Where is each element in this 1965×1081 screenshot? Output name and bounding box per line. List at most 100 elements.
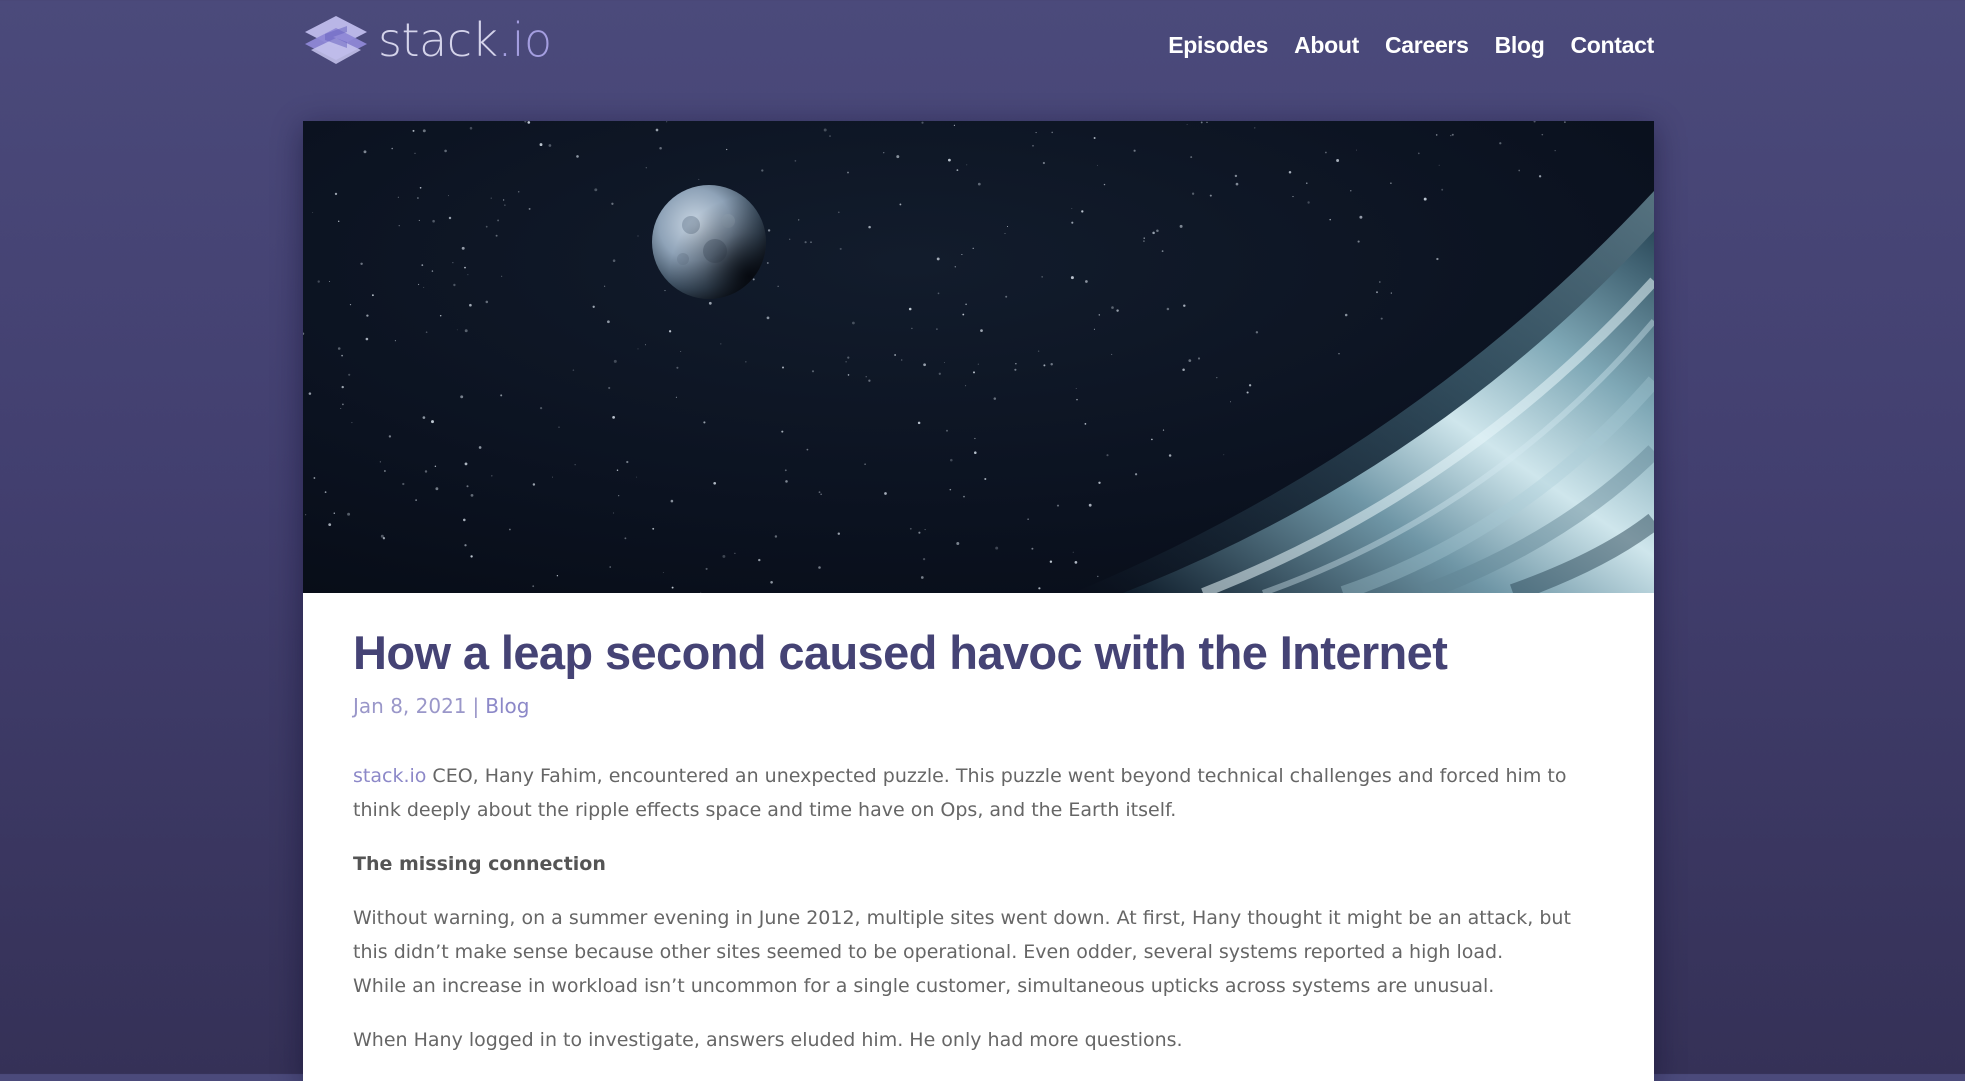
- star: [439, 314, 442, 317]
- post-category-link[interactable]: Blog: [485, 694, 529, 718]
- site-header: stack.io Episodes About Careers Blog Con…: [303, 0, 1654, 92]
- star: [388, 435, 392, 438]
- star: [366, 314, 369, 317]
- logo-link[interactable]: stack.io: [303, 14, 552, 66]
- star: [1015, 363, 1017, 365]
- star: [1356, 149, 1357, 151]
- star: [423, 286, 425, 288]
- star: [924, 529, 926, 531]
- star: [962, 313, 965, 316]
- star: [637, 235, 639, 237]
- star: [901, 359, 903, 361]
- stacked-layers-logo-icon: [305, 16, 367, 64]
- star: [414, 152, 416, 154]
- star: [1435, 134, 1438, 136]
- star: [781, 430, 784, 433]
- star: [365, 337, 369, 341]
- star: [1378, 281, 1381, 283]
- star: [611, 202, 614, 205]
- star: [349, 304, 352, 306]
- star: [1223, 454, 1225, 456]
- star: [645, 167, 647, 169]
- star: [528, 207, 531, 210]
- paragraph-warning-line2: While an increase in workload isn’t unco…: [353, 975, 1495, 997]
- star: [422, 416, 426, 419]
- paragraph-warning: Without warning, on a summer evening in …: [353, 901, 1604, 1003]
- star: [837, 211, 840, 214]
- star: [1088, 503, 1092, 507]
- star: [980, 329, 983, 332]
- star: [1111, 353, 1113, 355]
- star: [700, 591, 702, 593]
- nav-item-contact[interactable]: Contact: [1570, 28, 1654, 62]
- star: [966, 164, 968, 166]
- star: [993, 397, 997, 400]
- star: [670, 499, 674, 503]
- star: [823, 128, 827, 132]
- star: [1074, 561, 1078, 564]
- star: [810, 241, 812, 243]
- star: [1014, 368, 1017, 371]
- star: [1070, 276, 1074, 280]
- star: [1056, 504, 1060, 507]
- star: [963, 495, 965, 498]
- star: [548, 144, 552, 147]
- star: [676, 366, 679, 369]
- star: [348, 373, 351, 376]
- star: [698, 178, 700, 180]
- star: [612, 259, 616, 262]
- star: [618, 495, 620, 497]
- star: [613, 359, 617, 363]
- star: [1098, 314, 1101, 316]
- star: [419, 186, 422, 189]
- star: [785, 480, 788, 483]
- star: [804, 241, 807, 244]
- star: [495, 234, 498, 237]
- star: [1081, 210, 1084, 213]
- star: [431, 420, 434, 424]
- star: [1288, 170, 1292, 174]
- star: [424, 470, 428, 473]
- nav-item-episodes[interactable]: Episodes: [1168, 28, 1268, 62]
- star: [923, 363, 926, 367]
- star: [384, 470, 386, 472]
- star: [1230, 401, 1232, 403]
- star: [466, 485, 469, 488]
- star: [766, 316, 770, 320]
- star: [1032, 144, 1034, 147]
- star: [609, 566, 611, 568]
- star: [1246, 391, 1249, 394]
- post-title: How a leap second caused havoc with the …: [353, 626, 1448, 679]
- star: [899, 203, 902, 206]
- star: [1292, 196, 1294, 198]
- star: [1037, 350, 1040, 352]
- star: [637, 348, 639, 350]
- star: [868, 225, 871, 229]
- nav-item-careers[interactable]: Careers: [1385, 28, 1469, 62]
- star: [758, 558, 761, 562]
- star: [655, 128, 659, 132]
- star: [397, 196, 399, 198]
- star: [308, 392, 312, 395]
- star: [490, 197, 492, 199]
- star: [500, 394, 503, 397]
- star: [1093, 137, 1096, 139]
- star: [774, 535, 778, 538]
- star: [464, 462, 468, 466]
- star: [1076, 398, 1078, 401]
- star: [337, 347, 341, 350]
- nav-item-about[interactable]: About: [1294, 28, 1359, 62]
- star: [781, 366, 785, 369]
- star: [444, 149, 447, 153]
- star: [434, 465, 437, 467]
- star: [1255, 331, 1259, 334]
- star: [1133, 149, 1136, 152]
- star: [671, 586, 674, 589]
- nav-item-blog[interactable]: Blog: [1495, 28, 1545, 62]
- star: [412, 129, 415, 132]
- post-meta: Jan 8, 2021 | Blog: [353, 693, 1604, 719]
- star: [1051, 131, 1053, 134]
- star: [415, 499, 417, 501]
- stack-io-link[interactable]: stack.io: [353, 765, 426, 787]
- star: [342, 403, 344, 406]
